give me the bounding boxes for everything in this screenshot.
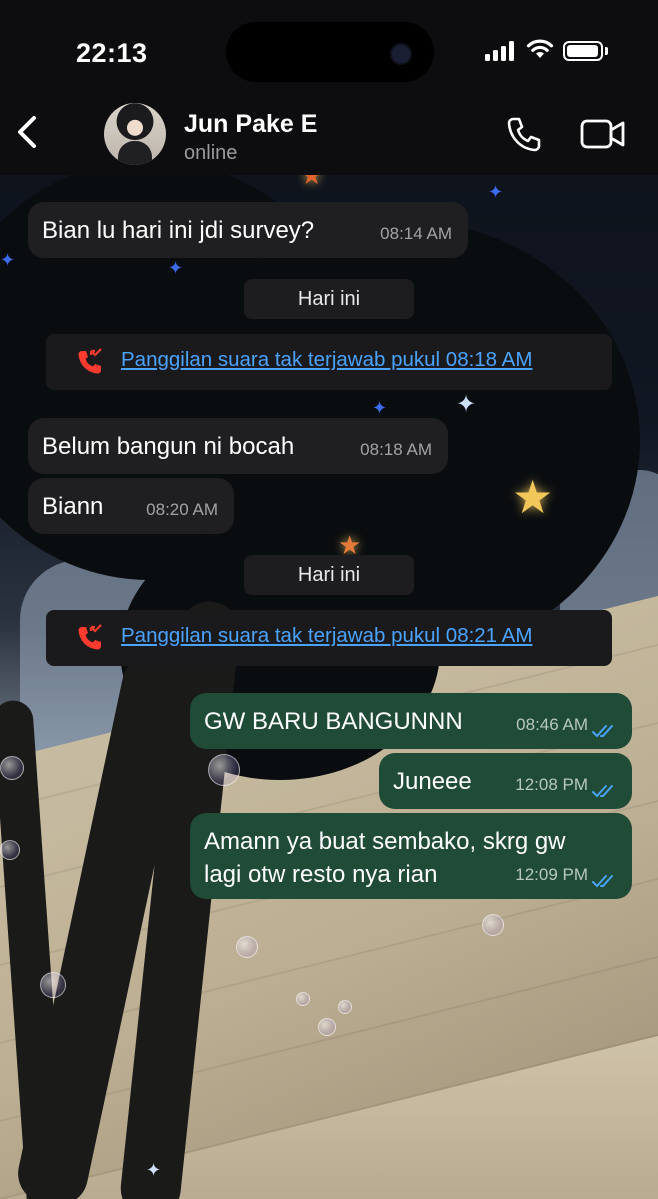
incoming-message[interactable]: Bian lu hari ini jdi survey? 08:14 AM [28, 202, 468, 258]
message-time: 12:08 PM [515, 775, 588, 794]
incoming-message[interactable]: Biann 08:20 AM [28, 478, 234, 534]
sparkle: ✦ [0, 250, 16, 270]
double-check-icon [592, 785, 613, 798]
sparkle: ✦ [488, 182, 504, 202]
soap-bubble [0, 840, 20, 860]
chevron-left-icon[interactable] [10, 112, 46, 152]
message-text: Bian lu hari ini jdi survey? [42, 217, 315, 244]
soap-bubble [296, 992, 310, 1006]
contact-avatar[interactable] [104, 103, 166, 165]
message-time: 08:20 AM [146, 500, 218, 519]
message-time: 12:09 PM [515, 865, 588, 884]
double-check-icon [592, 725, 613, 738]
chat-header: Jun Pake E online [0, 90, 658, 175]
message-time: 08:14 AM [380, 224, 452, 243]
date-separator: Hari ini [244, 555, 414, 595]
battery-tip [605, 47, 608, 55]
missed-call-icon [78, 348, 102, 374]
contact-presence: online [184, 142, 238, 164]
message-text: Juneee [393, 768, 472, 795]
outgoing-message[interactable]: Juneee 12:08 PM [379, 753, 632, 809]
status-time: 22:13 [76, 38, 148, 68]
front-camera-icon [390, 43, 412, 65]
soap-bubble [40, 972, 66, 998]
message-text: Amann ya buat sembako, skrg gw lagi otw … [204, 828, 566, 888]
status-bar: 22:13 [0, 0, 658, 90]
soap-bubble [236, 936, 258, 958]
video-camera-icon[interactable] [580, 118, 626, 150]
missed-call-link[interactable]: Panggilan suara tak terjawab pukul 08:21… [121, 624, 532, 648]
message-time: 08:18 AM [360, 440, 432, 459]
dynamic-island [226, 22, 434, 82]
date-separator: Hari ini [244, 279, 414, 319]
contact-name[interactable]: Jun Pake E [184, 110, 317, 139]
soap-bubble [338, 1000, 352, 1014]
sparkle: ✦ [168, 258, 184, 278]
missed-call-notice[interactable]: Panggilan suara tak terjawab pukul 08:18… [46, 334, 612, 390]
soap-bubble [0, 756, 24, 780]
message-text: Belum bangun ni bocah [42, 433, 295, 460]
message-text: GW BARU BANGUNNN [204, 708, 463, 735]
phone-icon[interactable] [504, 114, 544, 154]
chat-wallpaper: ★ ★ ★ ✦ ✦ ✦ ✦ ✦ ✦ [0, 0, 658, 1199]
missed-call-icon [78, 624, 102, 650]
soap-bubble [318, 1018, 336, 1036]
missed-call-link[interactable]: Panggilan suara tak terjawab pukul 08:18… [121, 348, 532, 372]
outgoing-message[interactable]: Amann ya buat sembako, skrg gw lagi otw … [190, 813, 632, 899]
soap-bubble [208, 754, 240, 786]
incoming-message[interactable]: Belum bangun ni bocah 08:18 AM [28, 418, 448, 474]
battery-icon [563, 41, 603, 61]
soap-bubble [482, 914, 504, 936]
message-time: 08:46 AM [516, 715, 588, 734]
sparkle: ✦ [372, 398, 388, 418]
message-text: Biann [42, 493, 104, 520]
outgoing-message[interactable]: GW BARU BANGUNNN 08:46 AM [190, 693, 632, 749]
sparkle: ✦ [456, 391, 477, 418]
missed-call-notice[interactable]: Panggilan suara tak terjawab pukul 08:21… [46, 610, 612, 666]
sparkle: ✦ [146, 1160, 162, 1180]
double-check-icon [592, 875, 613, 888]
cellular-signal-icon [485, 41, 514, 61]
wifi-icon [526, 39, 554, 58]
star-sticker: ★ [512, 471, 554, 523]
